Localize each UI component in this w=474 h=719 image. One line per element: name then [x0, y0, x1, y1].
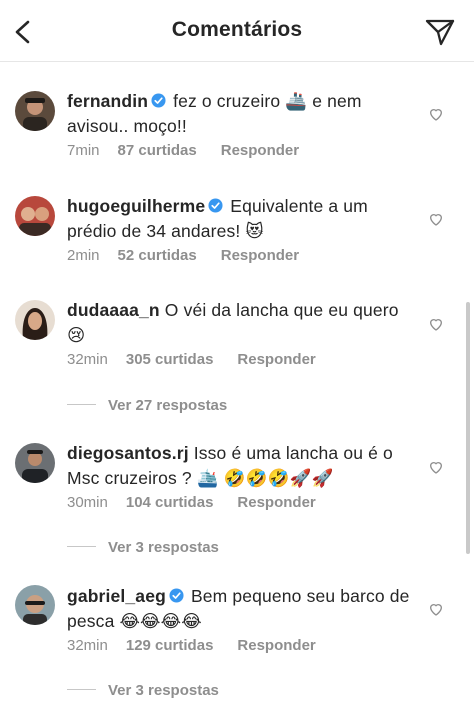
verified-badge-icon: [151, 93, 166, 108]
comment-meta: 7min 87 curtidas Responder: [67, 142, 323, 160]
comment-username[interactable]: diegosantos.rj: [67, 443, 189, 463]
replies-divider: [67, 546, 96, 547]
view-replies-button[interactable]: Ver 3 respostas: [67, 682, 219, 702]
comment-text: diegosantos.rj Isso é uma lancha ou é o …: [67, 441, 417, 491]
comment-time: 30min: [67, 494, 108, 511]
view-replies-button[interactable]: Ver 27 respostas: [67, 397, 227, 417]
comment-text: gabriel_aeg Bem pequeno seu barco de pes…: [67, 584, 417, 634]
like-count[interactable]: 104 curtidas: [126, 494, 214, 511]
view-replies-label: Ver 3 respostas: [108, 682, 219, 699]
comment-text: hugoeguilherme Equivalente a um prédio d…: [67, 194, 417, 244]
comment-text: fernandin fez o cruzeiro 🚢 e nem avisou.…: [67, 89, 417, 139]
comment-meta: 2min 52 curtidas Responder: [67, 247, 323, 265]
top-bar: Comentários: [0, 0, 474, 62]
scrollbar[interactable]: [466, 302, 470, 554]
comment-username[interactable]: gabriel_aeg: [67, 586, 166, 606]
view-replies-button[interactable]: Ver 3 respostas: [67, 539, 219, 559]
heart-icon[interactable]: [428, 459, 444, 475]
heart-icon[interactable]: [428, 316, 444, 332]
comment-username[interactable]: dudaaaa_n: [67, 300, 160, 320]
comment-username[interactable]: hugoeguilherme: [67, 196, 205, 216]
reply-button[interactable]: Responder: [237, 637, 315, 654]
heart-icon[interactable]: [428, 601, 444, 617]
comment-meta: 30min 104 curtidas Responder: [67, 494, 340, 512]
reply-button[interactable]: Responder: [221, 247, 299, 264]
like-count[interactable]: 52 curtidas: [118, 247, 197, 264]
comment-time: 32min: [67, 637, 108, 654]
direct-message-icon[interactable]: [424, 17, 456, 47]
comment-time: 2min: [67, 247, 100, 264]
view-replies-label: Ver 27 respostas: [108, 397, 228, 414]
comment-username[interactable]: fernandin: [67, 91, 148, 111]
comment-time: 32min: [67, 351, 108, 368]
like-count[interactable]: 87 curtidas: [118, 142, 197, 159]
avatar[interactable]: [15, 196, 55, 236]
avatar[interactable]: [15, 443, 55, 483]
like-count[interactable]: 129 curtidas: [126, 637, 214, 654]
comment-time: 7min: [67, 142, 100, 159]
view-replies-label: Ver 3 respostas: [108, 539, 219, 556]
replies-divider: [67, 689, 96, 690]
avatar[interactable]: [15, 585, 55, 625]
verified-badge-icon: [208, 198, 223, 213]
reply-button[interactable]: Responder: [237, 494, 315, 511]
like-count[interactable]: 305 curtidas: [126, 351, 214, 368]
comment-meta: 32min 305 curtidas Responder: [67, 351, 340, 369]
comment-text: dudaaaa_n O véi da lancha que eu quero 😢: [67, 298, 417, 348]
reply-button[interactable]: Responder: [221, 142, 299, 159]
heart-icon[interactable]: [428, 106, 444, 122]
page-title: Comentários: [171, 18, 303, 41]
verified-badge-icon: [169, 588, 184, 603]
heart-icon[interactable]: [428, 211, 444, 227]
avatar[interactable]: [15, 300, 55, 340]
avatar[interactable]: [15, 91, 55, 131]
comment-meta: 32min 129 curtidas Responder: [67, 637, 340, 655]
replies-divider: [67, 404, 96, 405]
reply-button[interactable]: Responder: [237, 351, 315, 368]
